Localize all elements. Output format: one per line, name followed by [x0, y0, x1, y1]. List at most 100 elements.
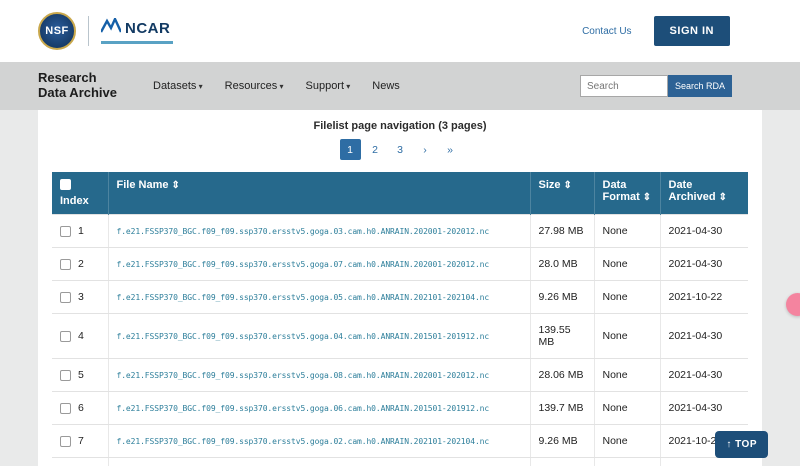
brand-line-2: Data Archive	[38, 86, 117, 101]
sign-in-button[interactable]: SIGN IN	[654, 16, 730, 46]
table-row: 1 f.e21.FSSP370_BGC.f09_f09.ssp370.ersstv…	[52, 215, 748, 248]
pagination-page-2[interactable]: 2	[365, 139, 386, 160]
header-file-name[interactable]: File Name⇕	[108, 172, 530, 215]
back-to-top-button[interactable]: ↑ TOP	[715, 431, 768, 458]
pagination-next[interactable]: ›	[415, 139, 436, 160]
row-index: 1	[78, 225, 84, 237]
row-checkbox[interactable]	[60, 436, 71, 447]
index-cell: 7	[52, 425, 108, 458]
header-data-format[interactable]: Data Format⇕	[594, 172, 660, 215]
date-archived-cell: 2021-04-30	[660, 248, 748, 281]
pagination-page-1[interactable]: 1	[340, 139, 361, 160]
chevron-down-icon: ▾	[344, 82, 350, 91]
table-row: 7 f.e21.FSSP370_BGC.f09_f09.ssp370.ersstv…	[52, 425, 748, 458]
file-link[interactable]: f.e21.FSSP370_BGC.f09_f09.ssp370.ersstv5…	[117, 293, 490, 302]
row-index: 7	[78, 435, 84, 447]
sort-icon[interactable]: ⇕	[171, 180, 179, 191]
nav-menu: Datasets ▾ Resources ▾ Support ▾ News	[153, 80, 580, 92]
index-cell: 6	[52, 392, 108, 425]
table-row: 2 f.e21.FSSP370_BGC.f09_f09.ssp370.ersstv…	[52, 248, 748, 281]
index-cell: 8	[52, 458, 108, 466]
row-checkbox[interactable]	[60, 370, 71, 381]
index-cell: 5	[52, 359, 108, 392]
contact-us-link[interactable]: Contact Us	[582, 26, 631, 37]
file-link[interactable]: f.e21.FSSP370_BGC.f09_f09.ssp370.ersstv5…	[117, 260, 490, 269]
data-format-cell: None	[594, 392, 660, 425]
sort-icon[interactable]: ⇕	[719, 192, 727, 203]
file-link[interactable]: f.e21.FSSP370_BGC.f09_f09.ssp370.ersstv5…	[117, 404, 490, 413]
file-link[interactable]: f.e21.FSSP370_BGC.f09_f09.ssp370.ersstv5…	[117, 371, 490, 380]
file-name-cell: f.e21.FSSP370_BGC.f09_f09.ssp370.ersstv5…	[108, 281, 530, 314]
row-index: 6	[78, 402, 84, 414]
data-format-cell: None	[594, 458, 660, 466]
logo-divider	[88, 16, 89, 46]
row-checkbox[interactable]	[60, 403, 71, 414]
row-index: 4	[78, 330, 84, 342]
filelist-card: Filelist page navigation (3 pages) 123›»…	[38, 110, 762, 466]
nav-item-datasets[interactable]: Datasets ▾	[153, 80, 203, 92]
pagination-page-3[interactable]: 3	[390, 139, 411, 160]
file-link[interactable]: f.e21.FSSP370_BGC.f09_f09.ssp370.ersstv5…	[117, 332, 490, 341]
page: NSF NCAR Contact Us SIGN IN Res	[0, 0, 800, 466]
row-checkbox[interactable]	[60, 226, 71, 237]
ncar-tagline-bar	[101, 41, 173, 44]
brand-line-1: Research	[38, 71, 117, 86]
table-row: 3 f.e21.FSSP370_BGC.f09_f09.ssp370.ersstv…	[52, 281, 748, 314]
header-index: Index	[52, 172, 108, 215]
table-row: 5 f.e21.FSSP370_BGC.f09_f09.ssp370.ersstv…	[52, 359, 748, 392]
sort-icon[interactable]: ⇕	[643, 192, 651, 203]
header-size[interactable]: Size⇕	[530, 172, 594, 215]
row-index: 3	[78, 291, 84, 303]
filelist-table: Index File Name⇕ Size⇕ Data Format⇕ Date	[52, 172, 748, 466]
data-format-cell: None	[594, 359, 660, 392]
chevron-down-icon: ▾	[277, 82, 283, 91]
date-archived-cell: 2021-04-30	[660, 215, 748, 248]
file-name-cell: f.e21.FSSP370_BGC.f09_f09.ssp370.ersstv5…	[108, 215, 530, 248]
row-checkbox[interactable]	[60, 331, 71, 342]
nav-item-news[interactable]: News	[372, 80, 400, 92]
ncar-logo[interactable]: NCAR	[101, 18, 173, 44]
header-date-archived[interactable]: Date Archived⇕	[660, 172, 748, 215]
table-row: 6 f.e21.FSSP370_BGC.f09_f09.ssp370.ersstv…	[52, 392, 748, 425]
row-checkbox[interactable]	[60, 259, 71, 270]
file-name-cell: f.e21.FSSP370_BGC.f09_f09.ssp370.ersstv5…	[108, 314, 530, 359]
select-all-checkbox[interactable]	[60, 179, 71, 190]
date-archived-cell: 2021-04-30	[660, 392, 748, 425]
size-cell: 139.55 MB	[530, 314, 594, 359]
date-archived-cell: 2021-10-22	[660, 281, 748, 314]
size-cell: 28.06 MB	[530, 359, 594, 392]
table-header-row: Index File Name⇕ Size⇕ Data Format⇕ Date	[52, 172, 748, 215]
file-name-cell: f.e21.FSSP370_BGC.f09_f09.ssp370.ersstv5…	[108, 458, 530, 466]
file-link[interactable]: f.e21.FSSP370_BGC.f09_f09.ssp370.ersstv5…	[117, 437, 490, 446]
file-name-cell: f.e21.FSSP370_BGC.f09_f09.ssp370.ersstv5…	[108, 392, 530, 425]
data-format-cell: None	[594, 215, 660, 248]
file-name-cell: f.e21.FSSP370_BGC.f09_f09.ssp370.ersstv5…	[108, 425, 530, 458]
header-index-label: Index	[60, 195, 89, 207]
logo-group: NSF NCAR	[38, 12, 173, 50]
search-input[interactable]	[580, 75, 668, 97]
data-format-cell: None	[594, 425, 660, 458]
top-actions: Contact Us SIGN IN	[582, 16, 730, 46]
size-cell: 9.26 MB	[530, 425, 594, 458]
pagination: 123›»	[52, 139, 748, 160]
size-cell: 9.26 MB	[530, 281, 594, 314]
file-link[interactable]: f.e21.FSSP370_BGC.f09_f09.ssp370.ersstv5…	[117, 227, 490, 236]
search-rda-button[interactable]: Search RDA	[668, 75, 732, 97]
brand-title[interactable]: Research Data Archive	[38, 71, 117, 101]
nav-item-support[interactable]: Support ▾	[306, 80, 351, 92]
date-archived-cell: 2021-04-30	[660, 458, 748, 466]
row-checkbox[interactable]	[60, 292, 71, 303]
size-cell: 27.98 MB	[530, 215, 594, 248]
row-index: 5	[78, 369, 84, 381]
sort-icon[interactable]: ⇕	[564, 180, 572, 191]
pagination-last[interactable]: »	[440, 139, 461, 160]
nsf-logo[interactable]: NSF	[38, 12, 76, 50]
feedback-widget[interactable]	[786, 293, 800, 316]
search-box: Search RDA	[580, 75, 732, 97]
index-cell: 2	[52, 248, 108, 281]
nav-item-resources[interactable]: Resources ▾	[225, 80, 284, 92]
file-name-cell: f.e21.FSSP370_BGC.f09_f09.ssp370.ersstv5…	[108, 359, 530, 392]
top-header: NSF NCAR Contact Us SIGN IN	[0, 0, 800, 62]
chevron-down-icon: ▾	[196, 82, 202, 91]
data-format-cell: None	[594, 314, 660, 359]
